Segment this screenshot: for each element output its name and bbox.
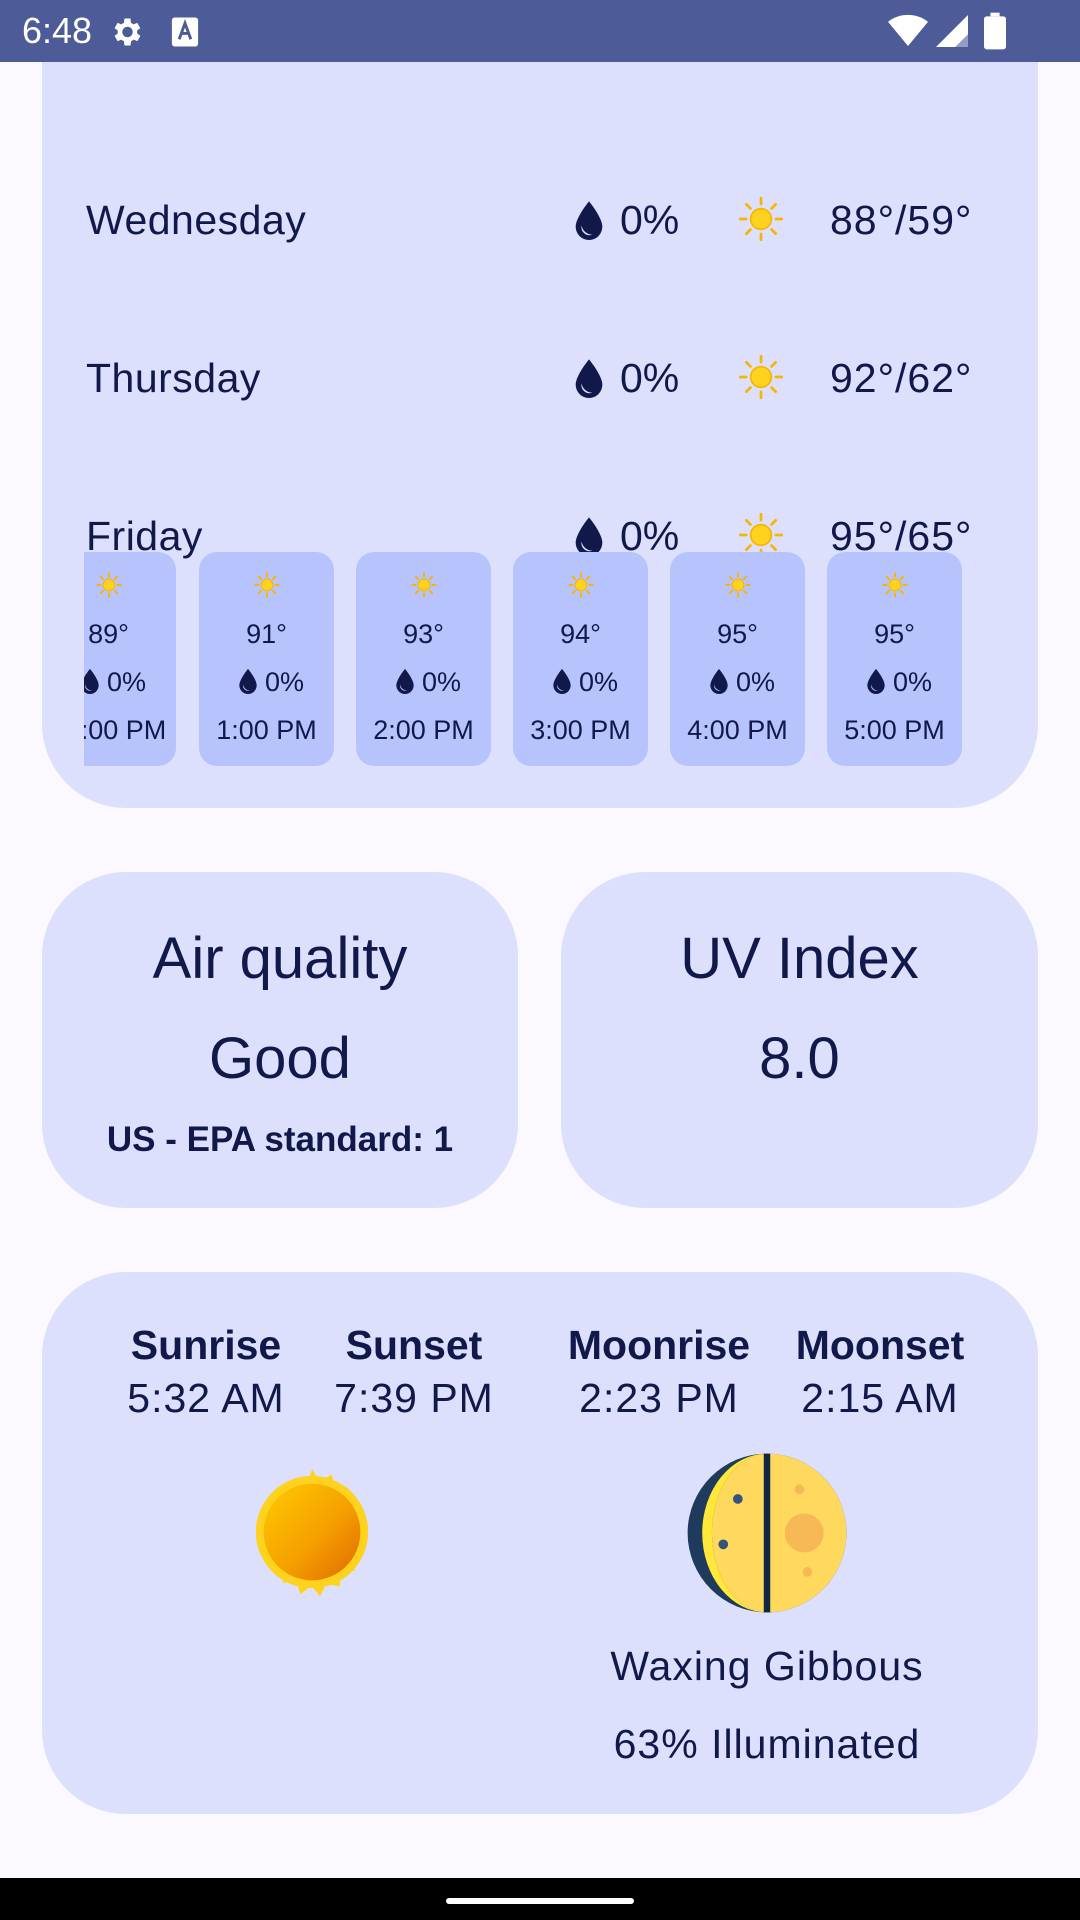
moonrise-label: Moonrise <box>567 1322 751 1368</box>
sun-moon-card[interactable]: Sunrise 5:32 AM Sunset 7:39 PM Moonrise … <box>42 1272 1038 1814</box>
sun-icon <box>738 196 784 242</box>
hour-temp: 93° <box>403 619 444 649</box>
accessibility-icon <box>171 17 199 47</box>
raindrop-icon <box>867 668 885 694</box>
sunset-time: 7:39 PM <box>334 1375 494 1421</box>
sun-icon <box>882 572 908 598</box>
hour-card[interactable]: 89° 0% 12:00 PM <box>84 552 176 766</box>
temp-range: 88°/59° <box>830 197 973 243</box>
moon-illumination: 63% Illuminated <box>613 1721 921 1767</box>
hour-precip: 0% <box>265 667 305 697</box>
uv-index-value: 8.0 <box>759 1026 840 1091</box>
hour-time: 12:00 PM <box>84 715 167 745</box>
status-time: 6:48 <box>22 10 93 51</box>
daily-forecast-card: Wednesday 0% 88°/59° Thursday 0% 92°/62°… <box>42 62 1038 808</box>
sunrise-label: Sunrise <box>130 1322 282 1368</box>
sun-icon <box>96 572 122 598</box>
hour-time: 5:00 PM <box>844 715 945 745</box>
hour-temp: 91° <box>246 619 287 649</box>
precip-chance: 0% <box>620 355 680 401</box>
battery-icon <box>984 12 1006 50</box>
hour-precip: 0% <box>579 667 619 697</box>
air-quality-title: Air quality <box>152 926 408 991</box>
sunset-info: Sunset 7:39 PM <box>304 1320 524 1426</box>
moonrise-info: Moonrise 2:23 PM <box>549 1320 769 1426</box>
raindrop-icon <box>84 668 99 694</box>
raindrop-icon <box>396 668 414 694</box>
home-gesture-handle[interactable] <box>446 1898 634 1904</box>
hour-card[interactable]: 95° 0% 5:00 PM <box>827 552 962 766</box>
hour-time: 4:00 PM <box>687 715 788 745</box>
sun-icon <box>568 572 594 598</box>
sunset-label: Sunset <box>345 1322 483 1368</box>
moonrise-time: 2:23 PM <box>579 1375 739 1421</box>
uv-index-card[interactable]: UV Index 8.0 <box>561 872 1038 1208</box>
hourly-forecast-strip[interactable]: 89° 0% 12:00 PM 91° <box>84 552 996 782</box>
wifi-icon <box>888 14 928 47</box>
hour-precip: 0% <box>422 667 462 697</box>
hour-time: 3:00 PM <box>530 715 631 745</box>
temp-range: 92°/62° <box>830 355 973 401</box>
precip-chance: 0% <box>620 197 680 243</box>
air-quality-standard: US - EPA standard: 1 <box>106 1120 454 1159</box>
sunrise-time: 5:32 AM <box>127 1375 285 1421</box>
moon-phase-name: Waxing Gibbous <box>610 1643 924 1689</box>
hour-precip: 0% <box>736 667 776 697</box>
hour-precip: 0% <box>107 667 147 697</box>
sun-icon <box>725 572 751 598</box>
moonset-time: 2:15 AM <box>801 1375 959 1421</box>
air-quality-card[interactable]: Air quality Good US - EPA standard: 1 <box>42 872 518 1208</box>
day-name: Wednesday <box>86 197 307 243</box>
raindrop-icon <box>575 201 603 240</box>
status-bar: 6:48 <box>0 0 1080 62</box>
navigation-bar <box>0 1878 1080 1920</box>
hour-card[interactable]: 91° 0% 1:00 PM <box>199 552 334 766</box>
hour-card[interactable]: 93° 0% 2:00 PM <box>356 552 491 766</box>
hour-temp: 94° <box>560 619 601 649</box>
raindrop-icon <box>553 668 571 694</box>
sunrise-info: Sunrise 5:32 AM <box>96 1320 316 1426</box>
hour-time: 1:00 PM <box>216 715 317 745</box>
hour-card[interactable]: 95° 0% 4:00 PM <box>670 552 805 766</box>
raindrop-icon <box>239 668 257 694</box>
air-quality-value: Good <box>209 1026 351 1091</box>
hour-temp: 89° <box>88 619 129 649</box>
hour-temp: 95° <box>874 619 915 649</box>
moon-phase-icon <box>687 1453 847 1613</box>
sun-icon <box>254 572 280 598</box>
hour-temp: 95° <box>717 619 758 649</box>
sun-icon <box>738 354 784 400</box>
gear-icon <box>114 18 141 46</box>
forecast-row[interactable]: Wednesday 0% 88°/59° <box>42 190 1038 250</box>
hour-card[interactable]: 94° 0% 3:00 PM <box>513 552 648 766</box>
raindrop-icon <box>575 359 603 398</box>
uv-index-title: UV Index <box>680 926 919 991</box>
signal-icon <box>936 15 968 47</box>
moonset-info: Moonset 2:15 AM <box>770 1320 990 1426</box>
raindrop-icon <box>710 668 728 694</box>
raindrop-icon <box>575 517 603 556</box>
forecast-row[interactable]: Thursday 0% 92°/62° <box>42 348 1038 408</box>
hour-time: 2:00 PM <box>373 715 474 745</box>
day-name: Thursday <box>86 355 261 401</box>
hour-precip: 0% <box>893 667 933 697</box>
sun-icon <box>255 1468 369 1597</box>
sun-icon <box>411 572 437 598</box>
moonset-label: Moonset <box>795 1322 965 1368</box>
